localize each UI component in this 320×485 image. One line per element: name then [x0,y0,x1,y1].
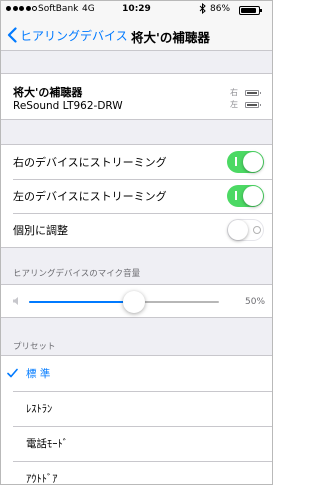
presets-list: 標 準 ﾚｽﾄﾗﾝ 電話ﾓｰﾄﾞ ｱｳﾄﾄﾞｱ [1,355,272,485]
page-title: 将大'の補聴器 [131,30,210,45]
stream-left-row: 左のデバイスにストリーミング [1,179,272,213]
checkmark-icon [7,368,18,378]
right-side-label: 右 [230,88,238,97]
stream-right-toggle[interactable] [227,151,264,173]
stream-right-row: 右のデバイスにストリーミング [1,145,272,179]
stream-left-toggle[interactable] [227,185,264,207]
right-battery-icon [245,90,261,96]
navigation-bar: ヒアリングデバイス 将大'の補聴器 [1,19,272,51]
preset-phone-mode[interactable]: 電話ﾓｰﾄﾞ [1,426,272,461]
preset-label: 標 準 [26,368,51,380]
device-name: 将大'の補聴器 [13,86,83,99]
streaming-settings-group: 右のデバイスにストリーミング 左のデバイスにストリーミング 個別に調整 [1,144,272,248]
preset-label: ｱｳﾄﾄﾞｱ [26,473,58,485]
back-button[interactable]: ヒアリングデバイス [7,25,128,45]
battery-percent: 86% [210,4,231,14]
chevron-left-icon [7,27,17,43]
mic-volume-value: 50% [245,297,266,307]
adjust-separately-toggle[interactable] [227,219,264,241]
left-battery-icon [245,102,261,108]
preset-standard[interactable]: 標 準 [1,356,272,391]
preset-label: 電話ﾓｰﾄﾞ [26,438,68,450]
status-bar: SoftBank 4G 10:29 86% [1,1,272,19]
settings-screen: SoftBank 4G 10:29 86% ヒアリングデバイス 将大'の補聴器 … [0,0,273,485]
device-model: ReSound LT962-DRW [13,100,123,112]
presets-header: プリセット [13,342,56,352]
mic-volume-slider[interactable] [29,291,219,313]
left-side-label: 左 [230,100,238,109]
stream-left-label: 左のデバイスにストリーミング [13,190,167,203]
slider-fill [29,301,134,303]
mic-volume-header: ヒアリングデバイスのマイク音量 [13,269,141,279]
preset-label: ﾚｽﾄﾗﾝ [26,403,53,415]
adjust-separately-label: 個別に調整 [13,224,68,237]
battery-icon [239,6,262,15]
speaker-icon [13,297,18,305]
preset-outdoor[interactable]: ｱｳﾄﾄﾞｱ [1,461,272,485]
back-button-label: ヒアリングデバイス [20,28,128,43]
mic-volume-row: 50% [1,284,272,318]
preset-restaurant[interactable]: ﾚｽﾄﾗﾝ [1,391,272,426]
adjust-separately-row: 個別に調整 [1,213,272,247]
slider-thumb[interactable] [122,291,145,313]
device-card: 将大'の補聴器 ReSound LT962-DRW 右 左 [1,73,272,120]
stream-right-label: 右のデバイスにストリーミング [13,156,167,169]
clock: 10:29 [122,4,151,14]
bluetooth-icon [199,2,206,17]
